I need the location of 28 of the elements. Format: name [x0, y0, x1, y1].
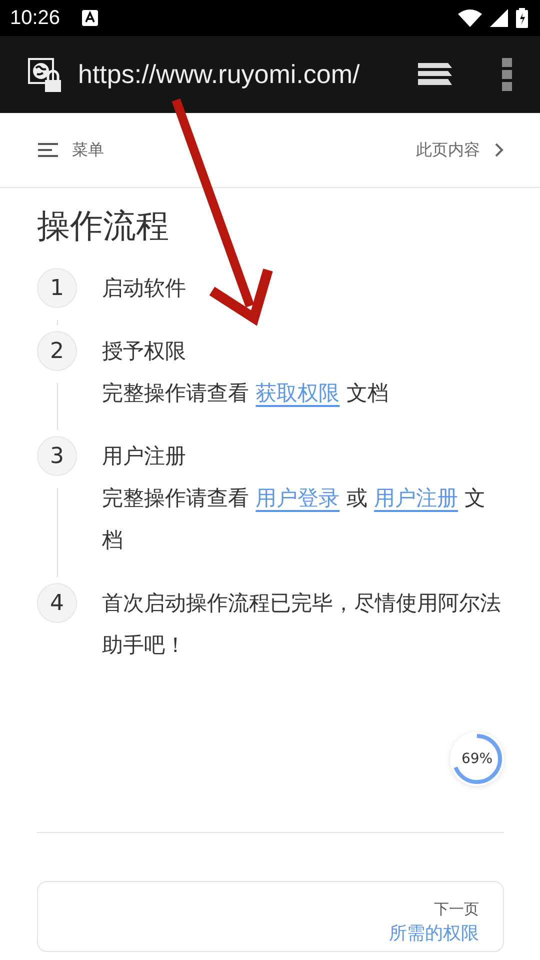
more-icon [502, 58, 512, 92]
notification-icon [82, 10, 98, 26]
step-number: 3 [37, 436, 77, 476]
step-number: 1 [37, 268, 77, 308]
page-title: 操作流程 [37, 205, 170, 247]
doc-link[interactable]: 获取权限 [256, 381, 340, 405]
menu-button[interactable]: 菜单 [38, 140, 104, 160]
step-description: 完整操作请查看 获取权限 文档 [102, 380, 390, 407]
next-page-link[interactable]: 所需的权限 [389, 921, 479, 945]
clock: 10:26 [10, 6, 60, 30]
chevron-right-icon [494, 142, 504, 158]
doc-link[interactable]: 用户登录 [256, 486, 340, 510]
menu-icon [38, 142, 58, 158]
step-title: 授予权限 [102, 338, 187, 365]
step-title: 启动软件 [102, 275, 187, 302]
step-title: 首次启动操作流程已完毕，尽情使用阿尔法助手吧！ [102, 590, 502, 659]
battery-icon [516, 8, 528, 28]
next-page-card[interactable]: 下一页 所需的权限 [37, 881, 504, 952]
signal-icon [490, 9, 508, 27]
wifi-icon [458, 9, 482, 27]
step-description: 完整操作请查看 用户登录 或 用户注册 文档 [102, 485, 487, 554]
doc-link[interactable]: 用户注册 [374, 486, 458, 510]
step-number: 2 [37, 331, 77, 371]
page-contents-button[interactable]: 此页内容 [416, 140, 504, 160]
step-number: 4 [37, 583, 77, 623]
step-title: 用户注册 [102, 443, 187, 470]
more-button[interactable] [502, 58, 512, 92]
next-page-label: 下一页 [434, 900, 479, 919]
